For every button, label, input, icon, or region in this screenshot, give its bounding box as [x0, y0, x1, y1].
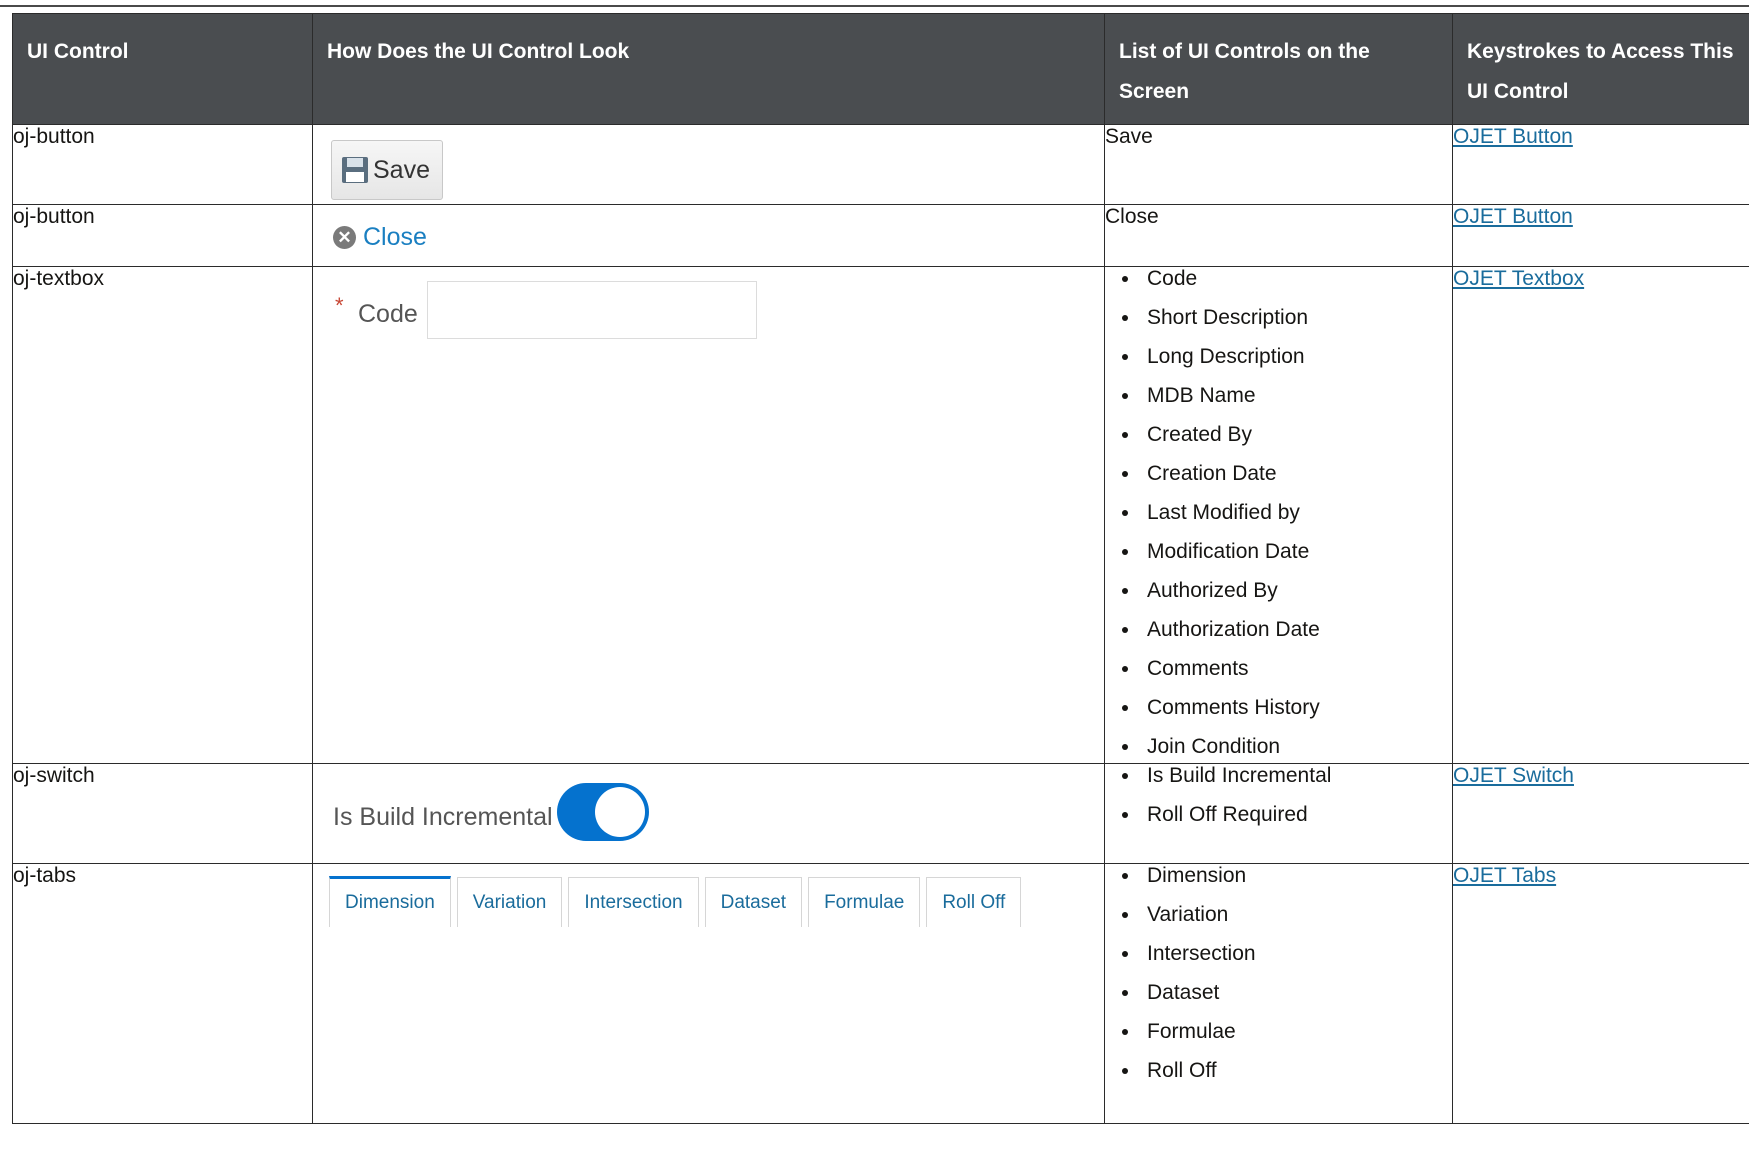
keystroke-cell: OJET Tabs — [1452, 863, 1749, 1124]
keystroke-cell: OJET Textbox — [1452, 266, 1749, 764]
look-cell: * Code — [312, 266, 1105, 764]
controls-list: Dimension Variation Intersection Dataset… — [1105, 864, 1452, 1083]
control-name: oj-button — [12, 204, 313, 267]
keystroke-cell: OJET Switch — [1452, 763, 1749, 864]
controls-list-cell: Dimension Variation Intersection Dataset… — [1104, 863, 1453, 1124]
table-row: oj-button ✕ Close Close OJET Button — [12, 204, 1749, 267]
table-row: oj-switch Is Build Incremental Is Build … — [12, 763, 1749, 864]
code-label: Code — [358, 300, 418, 328]
controls-list-cell: Code Short Description Long Description … — [1104, 266, 1453, 764]
list-item: Created By — [1141, 423, 1452, 447]
controls-list-cell: Is Build Incremental Roll Off Required — [1104, 763, 1453, 864]
ojet-tabs-link[interactable]: OJET Tabs — [1453, 864, 1556, 887]
switch-label: Is Build Incremental — [333, 803, 553, 831]
list-item: MDB Name — [1141, 384, 1452, 408]
list-item: Code — [1141, 267, 1452, 291]
list-item: Variation — [1141, 903, 1452, 927]
tab-formulae[interactable]: Formulae — [808, 877, 921, 927]
list-item: Dataset — [1141, 981, 1452, 1005]
list-item: Join Condition — [1141, 735, 1452, 759]
list-item: Comments History — [1141, 696, 1452, 720]
keystroke-cell: OJET Button — [1452, 204, 1749, 267]
tab-bar: Dimension Variation Intersection Dataset… — [329, 876, 1027, 927]
ui-controls-table: UI Control How Does the UI Control Look … — [12, 13, 1749, 1124]
control-name: oj-button — [12, 124, 313, 205]
header-keystrokes: Keystrokes to Access This UI Control — [1452, 13, 1749, 125]
tab-variation[interactable]: Variation — [456, 877, 563, 927]
is-build-incremental-switch[interactable] — [557, 783, 649, 841]
save-button-label: Save — [373, 155, 430, 184]
list-item: Intersection — [1141, 942, 1452, 966]
list-item: Dimension — [1141, 864, 1452, 888]
look-cell: ✕ Close — [312, 204, 1105, 267]
header-ui-control: UI Control — [12, 13, 313, 125]
header-row: UI Control How Does the UI Control Look … — [12, 13, 1749, 125]
close-button[interactable]: ✕ Close — [333, 223, 427, 252]
tab-intersection[interactable]: Intersection — [568, 877, 699, 927]
control-name: oj-switch — [12, 763, 313, 864]
header-controls-list: List of UI Controls on the Screen — [1104, 13, 1453, 125]
table-row: oj-tabs Dimension Variation Intersection… — [12, 863, 1749, 1124]
list-item: Roll Off Required — [1141, 803, 1452, 827]
tab-dataset[interactable]: Dataset — [704, 877, 803, 927]
keystroke-cell: OJET Button — [1452, 124, 1749, 205]
tab-dimension[interactable]: Dimension — [329, 876, 451, 927]
ojet-button-link[interactable]: OJET Button — [1453, 125, 1573, 148]
tab-roll-off[interactable]: Roll Off — [926, 877, 1022, 927]
look-cell: Is Build Incremental — [312, 763, 1105, 864]
ojet-button-link[interactable]: OJET Button — [1453, 205, 1573, 228]
save-button[interactable]: Save — [331, 140, 443, 200]
table-row: oj-textbox * Code Code Short Description… — [12, 266, 1749, 764]
ojet-switch-link[interactable]: OJET Switch — [1453, 764, 1574, 787]
required-marker: * — [335, 293, 344, 318]
list-item: Short Description — [1141, 306, 1452, 330]
close-button-label: Close — [363, 223, 427, 251]
look-cell: Dimension Variation Intersection Dataset… — [312, 863, 1105, 1124]
top-rule — [0, 5, 1749, 7]
ojet-textbox-link[interactable]: OJET Textbox — [1453, 267, 1584, 290]
list-item: Formulae — [1141, 1020, 1452, 1044]
list-item: Modification Date — [1141, 540, 1452, 564]
header-how-look: How Does the UI Control Look — [312, 13, 1105, 125]
list-item: Authorized By — [1141, 579, 1452, 603]
list-item: Comments — [1141, 657, 1452, 681]
control-name: oj-tabs — [12, 863, 313, 1124]
switch-knob — [595, 787, 645, 837]
table-row: oj-button Save Save OJET Button — [12, 124, 1749, 205]
list-item: Roll Off — [1141, 1059, 1452, 1083]
code-input[interactable] — [427, 281, 757, 339]
list-item: Long Description — [1141, 345, 1452, 369]
controls-list: Is Build Incremental Roll Off Required — [1105, 764, 1452, 827]
look-cell: Save — [312, 124, 1105, 205]
close-circle-icon: ✕ — [333, 226, 356, 249]
controls-list-text: Save — [1104, 124, 1453, 205]
control-name: oj-textbox — [12, 266, 313, 764]
list-item: Creation Date — [1141, 462, 1452, 486]
list-item: Last Modified by — [1141, 501, 1452, 525]
controls-list: Code Short Description Long Description … — [1105, 267, 1452, 759]
controls-list-text: Close — [1104, 204, 1453, 267]
list-item: Is Build Incremental — [1141, 764, 1452, 788]
list-item: Authorization Date — [1141, 618, 1452, 642]
floppy-disk-icon — [342, 157, 368, 183]
